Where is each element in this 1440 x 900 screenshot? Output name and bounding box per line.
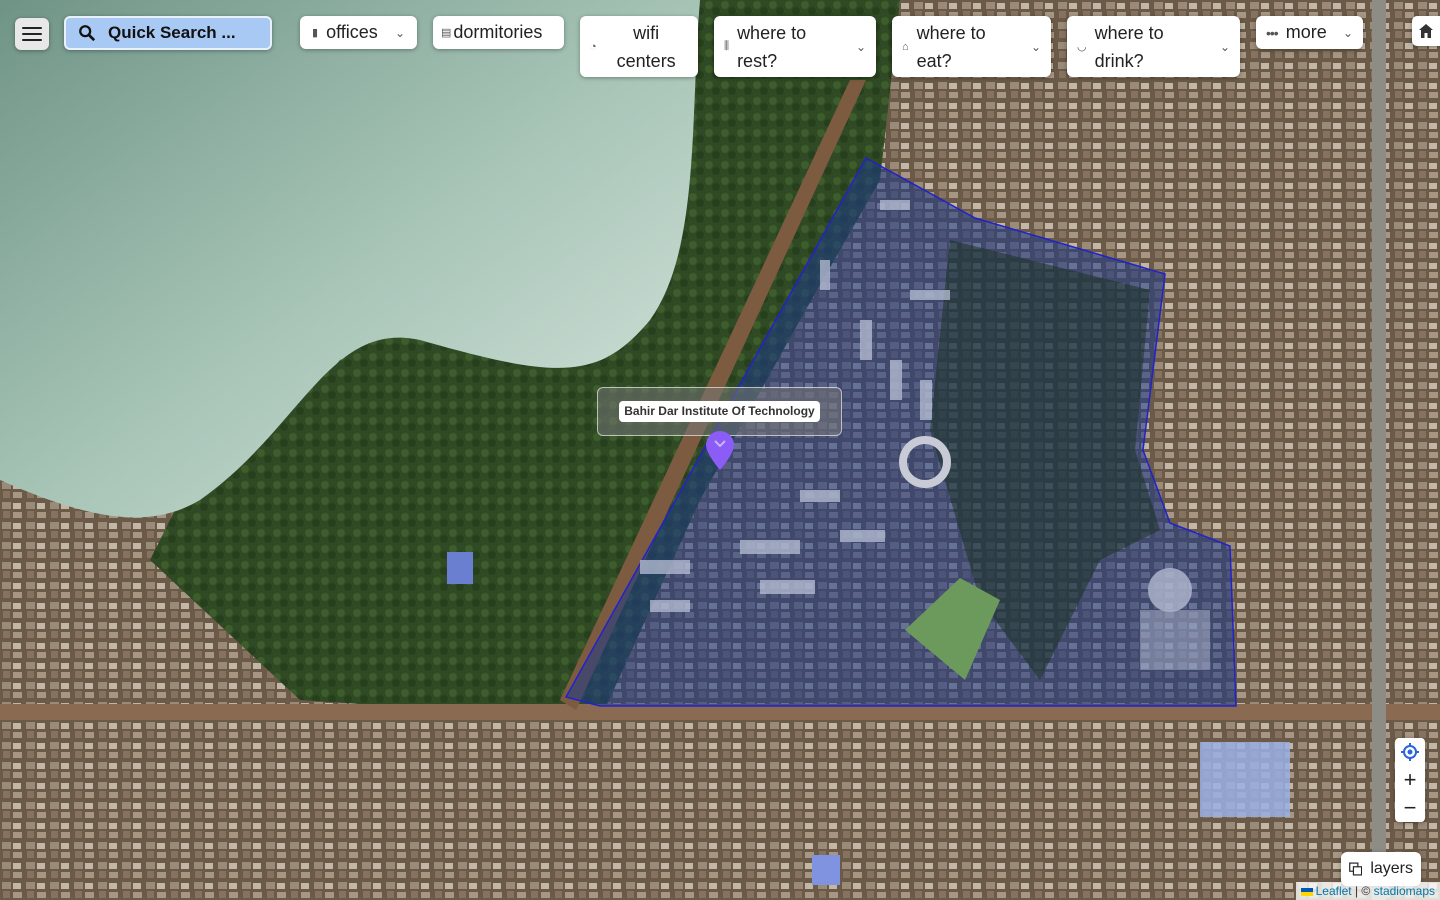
quick-search[interactable]: Quick Search ... (64, 16, 272, 50)
place-popup: Bahir Dar Institute Of Technology (597, 387, 842, 436)
layers-button[interactable]: layers (1341, 852, 1421, 886)
eat-label-line2: eat? (916, 50, 952, 71)
dormitories-label: dormitories (453, 22, 543, 42)
eat-icon: ⌂ (902, 40, 909, 53)
eat-label-line1: where to (916, 22, 986, 43)
wifi-label-line1: wifi (633, 22, 660, 43)
chevron-down-icon: ⌄ (1342, 25, 1353, 40)
hamburger-icon (22, 23, 42, 45)
locate-button[interactable] (1395, 738, 1425, 766)
office-block (1200, 742, 1290, 817)
dorm-icon: ▤ (441, 27, 452, 39)
home-icon (1419, 24, 1433, 38)
offices-label: offices (326, 22, 378, 42)
where-to-drink-button[interactable]: ◡ where to drink? ⌄ (1067, 16, 1240, 77)
layers-icon (1349, 862, 1363, 876)
stadiomaps-link[interactable]: stadiomaps (1374, 884, 1435, 898)
drink-icon: ◡ (1077, 41, 1087, 53)
menu-button[interactable] (15, 18, 49, 50)
dormitories-button[interactable]: ▤ dormitories (433, 16, 564, 49)
north-south-road (1372, 0, 1386, 900)
drink-label-line1: where to (1094, 22, 1164, 43)
zoom-in-button[interactable]: + (1395, 766, 1425, 794)
home-button[interactable] (1412, 16, 1440, 46)
rest-icon: ⫼ (724, 40, 730, 52)
rest-label-line1: where to (737, 22, 807, 43)
attribution-separator: | © (1354, 884, 1371, 898)
more-icon: ••• (1266, 24, 1279, 41)
layers-label: layers (1370, 860, 1413, 877)
wifi-label-line2: centers (616, 50, 676, 71)
map-controls: + − (1395, 738, 1425, 822)
chevron-down-icon: ⌄ (1219, 39, 1230, 54)
blue-roof-building-west (447, 552, 473, 584)
place-name: Bahir Dar Institute Of Technology (619, 401, 820, 422)
chevron-down-icon: ⌄ (855, 39, 866, 54)
location-marker-icon[interactable] (704, 430, 736, 472)
building-icon: ▮ (312, 27, 319, 39)
blue-roof-building (812, 855, 840, 885)
map-attribution: Leaflet | © stadiomaps (1295, 882, 1440, 900)
wifi-icon: ◔ (590, 40, 597, 53)
wifi-centers-button[interactable]: ◔ wifi centers (580, 16, 698, 77)
drink-label-line2: drink? (1094, 50, 1144, 71)
where-to-eat-button[interactable]: ⌂ where to eat? ⌄ (892, 16, 1051, 77)
where-to-rest-button[interactable]: ⫼ where to rest? ⌄ (714, 16, 876, 77)
flag-icon (1300, 887, 1313, 896)
leaflet-link[interactable]: Leaflet (1316, 884, 1352, 898)
search-icon (79, 25, 96, 42)
locate-icon (1401, 743, 1419, 761)
rest-label-line2: rest? (737, 50, 778, 71)
zoom-out-button[interactable]: − (1395, 794, 1425, 822)
more-label: more (1285, 22, 1327, 42)
offices-button[interactable]: ▮ offices ⌄ (300, 16, 417, 49)
chevron-down-icon: ⌄ (1030, 39, 1041, 54)
search-label: Quick Search ... (108, 23, 236, 42)
chevron-down-icon: ⌄ (394, 25, 405, 40)
more-button[interactable]: ••• more ⌄ (1256, 16, 1363, 49)
